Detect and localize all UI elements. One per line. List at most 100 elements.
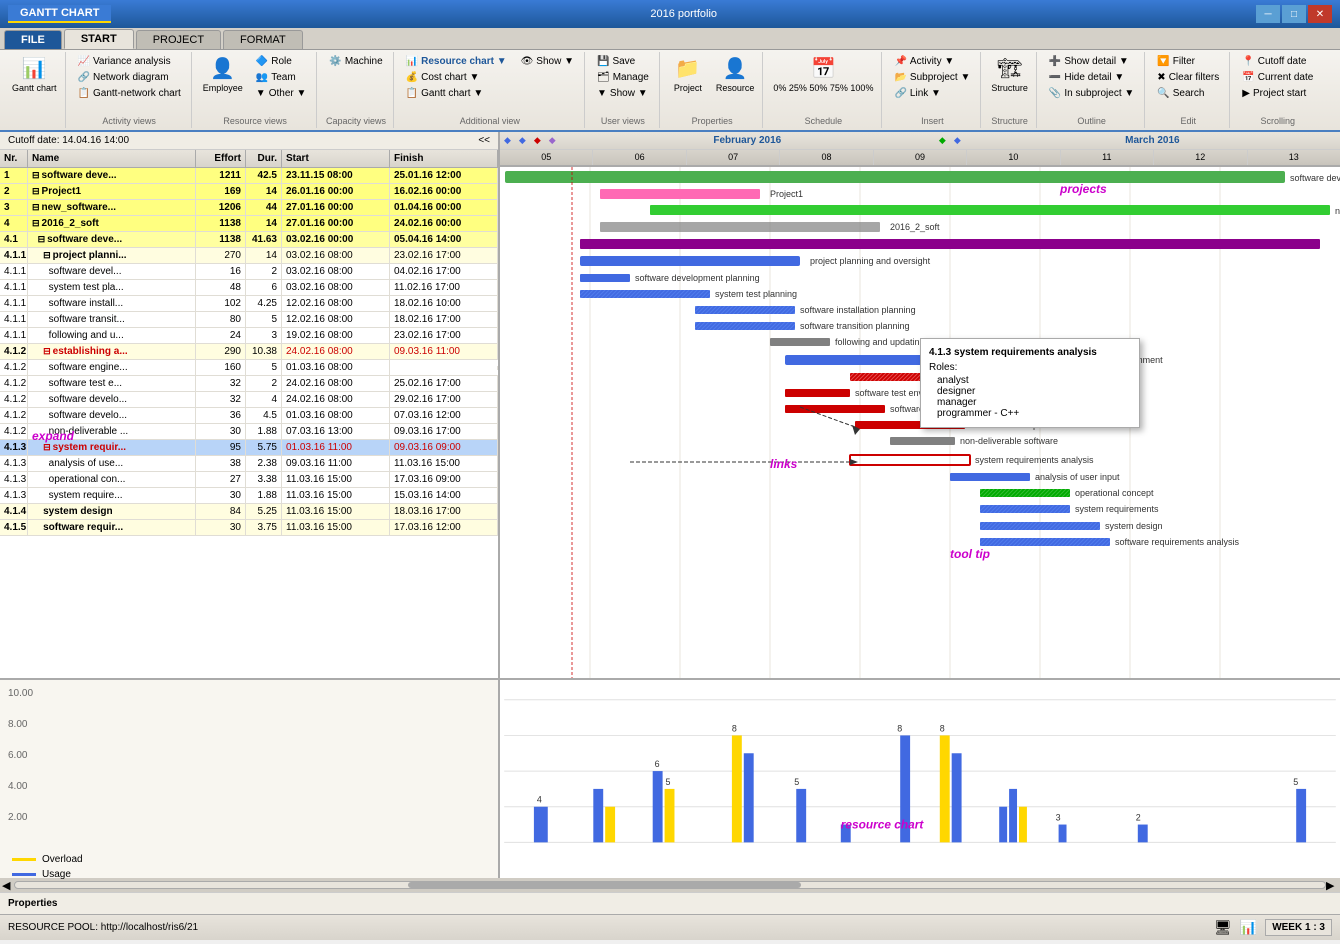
- hide-detail-button[interactable]: ➖Hide detail ▼: [1043, 70, 1140, 85]
- close-button[interactable]: ✕: [1308, 5, 1332, 23]
- manage-button[interactable]: 🗂Manage: [591, 70, 655, 85]
- save-button[interactable]: 💾Save: [591, 54, 655, 69]
- cell-finish: 04.02.16 17:00: [390, 264, 498, 279]
- other-button[interactable]: ▼Other ▼: [250, 86, 313, 101]
- collapse-arrow[interactable]: <<: [478, 135, 490, 146]
- cutoff-date-button[interactable]: 📍Cutoff date: [1236, 54, 1319, 69]
- cell-dur: 6: [246, 280, 282, 295]
- scroll-right[interactable]: ▶: [1326, 879, 1338, 892]
- filter-button[interactable]: 🔽Filter: [1151, 54, 1225, 69]
- table-row[interactable]: 2 ⊟Project1 169 14 26.01.16 00:00 16.02.…: [0, 184, 498, 200]
- table-row[interactable]: 4.1.1 software install... 102 4.25 12.02…: [0, 296, 498, 312]
- activity-views-label: Activity views: [72, 114, 187, 126]
- scroll-track[interactable]: [14, 881, 1326, 889]
- cell-start: 03.02.16 00:00: [282, 232, 390, 247]
- team-button[interactable]: 👥Team: [250, 70, 313, 85]
- resource-button[interactable]: 👤 Resource: [712, 54, 759, 95]
- table-row[interactable]: 4.1.2 non-deliverable ... 30 1.88 07.03.…: [0, 424, 498, 440]
- structure-button[interactable]: 🏗 Structure: [987, 54, 1032, 95]
- table-row[interactable]: 4.1.2 software test e... 32 2 24.02.16 0…: [0, 376, 498, 392]
- variance-analysis-button[interactable]: 📈Variance analysis: [72, 54, 187, 69]
- gantt-chart-button[interactable]: 📊 Gantt chart: [8, 54, 61, 95]
- cell-effort: 32: [196, 392, 246, 407]
- expand-icon[interactable]: ⊟: [43, 250, 51, 260]
- cell-name: software develo...: [28, 392, 196, 407]
- expand-icon[interactable]: ⊟: [43, 346, 51, 356]
- minimize-button[interactable]: ─: [1256, 5, 1280, 23]
- table-row[interactable]: 1 ⊟software deve... 1211 42.5 23.11.15 0…: [0, 168, 498, 184]
- table-row[interactable]: 4.1.1 software devel... 16 2 03.02.16 08…: [0, 264, 498, 280]
- status-icon1: 🖥: [1214, 919, 1232, 936]
- table-row[interactable]: 4.1.1 ⊟project planni... 270 14 03.02.16…: [0, 248, 498, 264]
- table-row[interactable]: 4 ⊟2016_2_soft 1138 14 27.01.16 00:00 24…: [0, 216, 498, 232]
- cell-nr: 4.1.3: [0, 488, 28, 503]
- table-row[interactable]: 4.1.1 following and u... 24 3 19.02.16 0…: [0, 328, 498, 344]
- project-start-button[interactable]: ▶Project start: [1236, 86, 1319, 101]
- table-row[interactable]: 4.1.2 ⊟establishing a... 290 10.38 24.02…: [0, 344, 498, 360]
- table-row[interactable]: 4.1.3 ⊟system requir... 95 5.75 01.03.16…: [0, 440, 498, 456]
- week-label: WEEK 1 : 3: [1265, 919, 1332, 936]
- expand-annotation: expand: [32, 429, 74, 443]
- bar-sw-install-hatch: [695, 306, 795, 314]
- horizontal-scrollbar[interactable]: ◀ ▶: [0, 878, 1340, 892]
- current-date-button[interactable]: 📅Current date: [1236, 70, 1319, 85]
- search-button[interactable]: 🔍Search: [1151, 86, 1225, 101]
- machine-button[interactable]: ⚙️Machine: [323, 54, 388, 69]
- activity-icon: 📌: [894, 56, 906, 67]
- expand-icon[interactable]: ⊟: [32, 186, 40, 196]
- gantt-chart-view-button[interactable]: 📋Gantt chart ▼: [400, 86, 513, 101]
- tab-project[interactable]: PROJECT: [136, 30, 221, 49]
- tab-start[interactable]: START: [64, 29, 134, 49]
- expand-icon[interactable]: ⊟: [32, 170, 40, 180]
- expand-icon[interactable]: ⊟: [32, 218, 40, 228]
- show-detail-button[interactable]: ➕Show detail ▼: [1043, 54, 1140, 69]
- table-row[interactable]: 4.1 ⊟software deve... 1138 41.63 03.02.1…: [0, 232, 498, 248]
- in-subproject-icon: 📎: [1049, 88, 1061, 99]
- gantt-network-button[interactable]: 📋Gantt-network chart: [72, 86, 187, 101]
- cell-finish: 29.02.16 17:00: [390, 392, 498, 407]
- table-row[interactable]: 4.1.1 system test pla... 48 6 03.02.16 0…: [0, 280, 498, 296]
- cost-chart-button[interactable]: 💰Cost chart ▼: [400, 70, 513, 85]
- expand-icon[interactable]: ⊟: [32, 202, 40, 212]
- employee-button[interactable]: 👤 Employee: [198, 54, 248, 95]
- table-row[interactable]: 4.1.2 software develo... 36 4.5 01.03.16…: [0, 408, 498, 424]
- table-row[interactable]: 4.1.5 software requir... 30 3.75 11.03.1…: [0, 520, 498, 536]
- table-row[interactable]: 4.1.4 system design 84 5.25 11.03.16 15:…: [0, 504, 498, 520]
- show-detail-icon: ➕: [1049, 56, 1061, 67]
- table-row[interactable]: 4.1.1 software transit... 80 5 12.02.16 …: [0, 312, 498, 328]
- hide-detail-icon: ➖: [1049, 72, 1061, 83]
- resource-chart-button[interactable]: 📊Resource chart ▼: [400, 54, 513, 69]
- table-row[interactable]: 4.1.2 software develo... 32 4 24.02.16 0…: [0, 392, 498, 408]
- day-08: 08: [780, 150, 873, 165]
- cell-nr: 4.1.2: [0, 376, 28, 391]
- network-diagram-button[interactable]: 🔗Network diagram: [72, 70, 187, 85]
- table-row[interactable]: 4.1.3 operational con... 27 3.38 11.03.1…: [0, 472, 498, 488]
- table-row[interactable]: 4.1.3 system require... 30 1.88 11.03.16…: [0, 488, 498, 504]
- cell-name: ⊟Project1: [28, 184, 196, 199]
- cell-nr: 4.1.3: [0, 440, 28, 455]
- ribbon-content: 📊 Gantt chart 📈Variance analysis 🔗Networ…: [0, 50, 1340, 132]
- clear-filters-button[interactable]: ✖Clear filters: [1151, 70, 1225, 85]
- in-subproject-button[interactable]: 📎In subproject ▼: [1043, 86, 1140, 101]
- bar-3b: [665, 789, 675, 842]
- tab-format[interactable]: FORMAT: [223, 30, 303, 49]
- scroll-thumb[interactable]: [408, 882, 801, 888]
- link-button[interactable]: 🔗Link ▼: [888, 86, 976, 101]
- tooltip-role-analyst: analyst: [929, 375, 1131, 386]
- schedule-button[interactable]: 📅 0% 25% 50% 75% 100%: [769, 54, 877, 95]
- show-button[interactable]: 👁Show ▼: [515, 54, 580, 69]
- tab-file[interactable]: FILE: [4, 30, 62, 49]
- project-button[interactable]: 📁 Project: [666, 54, 710, 95]
- table-row[interactable]: 3 ⊟new_software... 1206 44 27.01.16 00:0…: [0, 200, 498, 216]
- show-views-button[interactable]: ▼Show ▼: [591, 86, 655, 101]
- subproject-button[interactable]: 📂Subproject ▼: [888, 70, 976, 85]
- cell-finish: 16.02.16 00:00: [390, 184, 498, 199]
- activity-button[interactable]: 📌Activity ▼: [888, 54, 976, 69]
- role-button[interactable]: 🔷Role: [250, 54, 313, 69]
- expand-icon[interactable]: ⊟: [38, 234, 46, 244]
- table-row[interactable]: 4.1.3 analysis of use... 38 2.38 09.03.1…: [0, 456, 498, 472]
- maximize-button[interactable]: □: [1282, 5, 1306, 23]
- expand-icon[interactable]: ⊟: [43, 442, 51, 452]
- resource-chart-annotation: resource chart: [841, 818, 925, 832]
- table-row[interactable]: 4.1.2 software engine... 160 5 01.03.16 …: [0, 360, 498, 376]
